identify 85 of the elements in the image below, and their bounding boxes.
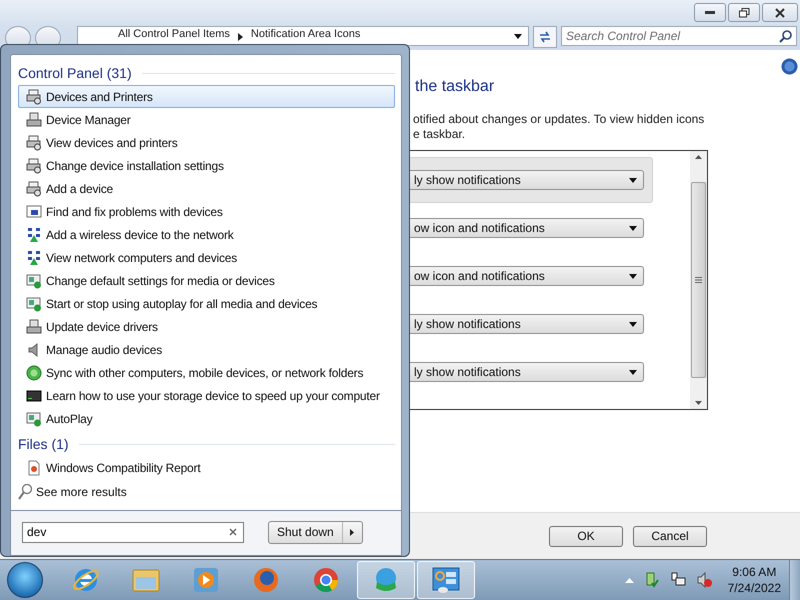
minimize-icon — [705, 10, 715, 14]
taskbar-button[interactable] — [357, 561, 415, 599]
close-button[interactable] — [762, 3, 798, 22]
search-result[interactable]: View network computers and devices — [18, 246, 395, 269]
dropdown-arrow-icon — [629, 274, 637, 278]
search-icon — [779, 30, 792, 42]
search-result[interactable]: Start or stop using autoplay for all media and devices — [18, 292, 395, 315]
search-result[interactable]: Sync with other computers, mobile devices, or network folders — [18, 361, 395, 384]
media-player-icon — [191, 565, 221, 595]
search-result[interactable]: View devices and printers — [18, 131, 395, 154]
autoplay-icon — [26, 296, 42, 312]
see-more-link[interactable]: See more results — [18, 484, 395, 500]
chevron-icon — [238, 32, 243, 40]
close-icon — [775, 8, 785, 18]
clear-icon[interactable] — [229, 528, 237, 536]
printer-icon — [26, 134, 42, 150]
search-field[interactable]: dev — [22, 522, 244, 542]
group-title: Files (1) — [18, 436, 69, 452]
firefox-icon — [251, 565, 281, 595]
clock[interactable]: 9:06 AM 7/24/2022 — [728, 564, 781, 596]
dropdown-icon — [514, 34, 522, 39]
autoplay-icon — [26, 410, 42, 426]
help-icon[interactable] — [781, 58, 798, 75]
address-bar[interactable]: All Control Panel Items Notification Area Icons — [77, 26, 529, 46]
drive-icon — [26, 388, 42, 404]
restore-button[interactable] — [728, 3, 760, 22]
dialog-button[interactable]: Cancel — [633, 526, 707, 546]
search-field[interactable]: Search Control Panel — [561, 26, 797, 46]
speaker-muted-icon[interactable] — [696, 572, 712, 588]
computer-icon — [26, 112, 42, 128]
breadcrumb-item[interactable]: All Control Panel Items — [118, 28, 230, 40]
flag-icon[interactable] — [644, 572, 660, 588]
network-icon — [26, 250, 42, 266]
search-result[interactable]: Device Manager — [18, 108, 395, 131]
monitor-icon — [26, 204, 42, 220]
taskbar-button[interactable] — [417, 561, 475, 599]
dropdown-arrow-icon — [629, 226, 637, 230]
control-panel-icon — [431, 565, 461, 595]
search-result[interactable]: Devices and Printers — [18, 85, 395, 108]
search-result[interactable]: Update device drivers — [18, 315, 395, 338]
icon-row[interactable]: ow icon and notifications — [401, 205, 653, 251]
scroll-thumb[interactable] — [691, 182, 706, 378]
search-result[interactable]: Change device installation settings — [18, 154, 395, 177]
search-result[interactable]: Windows Compatibility Report — [18, 456, 395, 479]
search-result[interactable]: Manage audio devices — [18, 338, 395, 361]
icon-row[interactable]: ow icon and notifications — [401, 253, 653, 299]
computer-icon — [26, 318, 42, 334]
network-icon[interactable] — [670, 572, 686, 588]
icon-row[interactable]: ly show notifications — [401, 301, 653, 347]
dropdown-arrow-icon — [629, 370, 637, 374]
search-result[interactable]: Find and fix problems with devices — [18, 200, 395, 223]
printer-icon — [26, 88, 42, 104]
search-input[interactable]: Search Control Panel — [566, 29, 779, 43]
dropdown-arrow-icon — [629, 322, 637, 326]
search-icon — [18, 484, 32, 500]
dropdown-arrow-icon — [629, 178, 637, 182]
autoplay-icon — [26, 272, 42, 288]
search-result[interactable]: Add a device — [18, 177, 395, 200]
search-result[interactable]: AutoPlay — [18, 407, 395, 430]
description-text: otified about changes or updates. To view hidden icons e taskbar. — [413, 112, 706, 142]
group-title: Control Panel (31) — [18, 65, 132, 81]
chrome-icon — [311, 565, 341, 595]
network-icon — [26, 226, 42, 242]
caret-icon — [350, 528, 354, 536]
search-input[interactable]: dev — [27, 525, 229, 539]
page-heading: the taskbar — [415, 78, 496, 96]
refresh-button[interactable] — [533, 26, 557, 48]
search-result[interactable]: Add a wireless device to the network — [18, 223, 395, 246]
scrollbar[interactable] — [690, 151, 707, 409]
restore-icon — [738, 8, 750, 18]
document-icon — [26, 460, 42, 476]
minimize-button[interactable] — [694, 3, 726, 22]
scroll-down-icon[interactable] — [695, 401, 702, 405]
scroll-up-icon[interactable] — [695, 155, 702, 159]
printer-icon — [26, 158, 42, 174]
search-result[interactable]: Learn how to use your storage device to speed up your computer — [18, 384, 395, 407]
printer-icon — [26, 180, 42, 196]
grip-icon — [695, 277, 702, 283]
sync-icon — [26, 364, 42, 380]
start-button[interactable] — [7, 562, 43, 598]
refresh-icon — [538, 31, 552, 43]
breadcrumb-item[interactable]: Notification Area Icons — [250, 28, 360, 40]
search-result[interactable]: Change default settings for media or devices — [18, 269, 395, 292]
dialog-button[interactable]: OK — [549, 526, 623, 546]
icon-row[interactable]: ly show notifications — [401, 349, 653, 395]
